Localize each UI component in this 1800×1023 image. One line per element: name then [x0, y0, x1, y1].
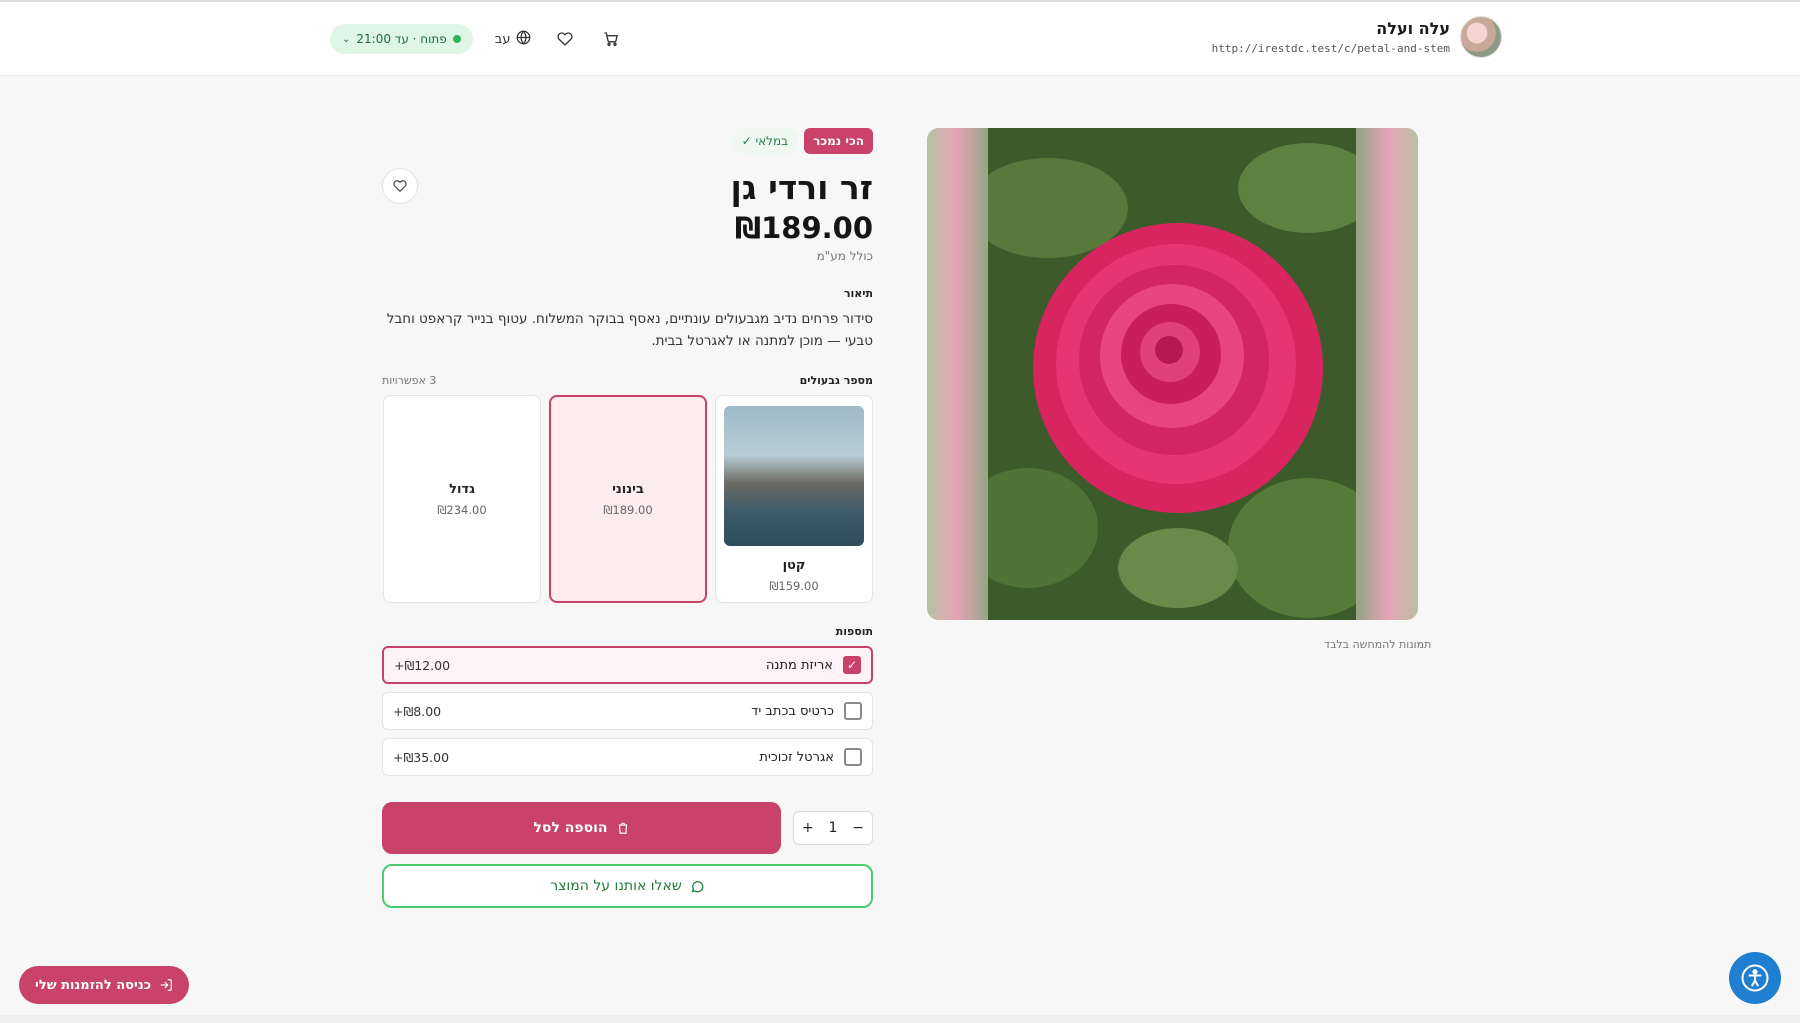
- increase-button[interactable]: +: [802, 820, 814, 836]
- in-stock-badge: במלאי ✓: [731, 128, 799, 154]
- add-to-cart-button[interactable]: הוספה לסל: [382, 802, 781, 854]
- wishlist-button[interactable]: [553, 27, 577, 51]
- cart-row: − 1 + הוספה לסל: [382, 802, 873, 854]
- login-icon: [160, 979, 172, 991]
- brand-name: עלה ועלה: [1376, 19, 1450, 38]
- shopping-bag-icon: [618, 822, 627, 834]
- check-icon: ✓: [741, 134, 752, 148]
- product-title: זר ורדי גן: [730, 168, 873, 207]
- whatsapp-icon: [691, 880, 704, 892]
- language-label: עב: [494, 31, 511, 47]
- size-price: ₪234.00: [437, 502, 487, 517]
- image-caption: תמונות להמחשה בלבד: [1324, 638, 1432, 651]
- vat-note: כולל מע"מ: [816, 249, 873, 263]
- brand-avatar: [1460, 16, 1502, 58]
- cart-button[interactable]: [599, 27, 623, 51]
- chevron-down-icon: ⌄: [342, 33, 351, 45]
- brand[interactable]: עלה ועלה http://irestdc.test/c/petal-and…: [1212, 16, 1502, 58]
- whatsapp-label: שאלו אותנו על המוצר: [550, 878, 682, 894]
- open-status-dot: [452, 35, 461, 43]
- product-description: סידור פרחים נדיב מגבעולים עונתיים, נאסף …: [386, 311, 873, 349]
- size-option-small[interactable]: קטן ₪159.00: [715, 395, 873, 603]
- my-orders-button[interactable]: כניסה להזמנות שלי: [19, 966, 190, 1004]
- rose-photo: [958, 128, 1388, 620]
- size-count: 3 אפשרויות: [382, 374, 437, 387]
- size-name: קטן: [782, 557, 806, 573]
- product-details: הכי נמכר במלאי ✓ זר ורדי גן ₪189.00 כולל…: [382, 128, 873, 908]
- cart-icon: [604, 32, 619, 46]
- my-orders-label: כניסה להזמנות שלי: [35, 977, 152, 993]
- addons-label: תוספות: [835, 625, 873, 638]
- quantity-value[interactable]: 1: [829, 820, 838, 836]
- size-price: ₪189.00: [603, 502, 653, 517]
- addon-glass-vase[interactable]: אגרטל זכוכית +₪35.00: [382, 738, 873, 776]
- add-to-cart-label: הוספה לסל: [533, 820, 608, 836]
- addon-checkbox[interactable]: [844, 748, 862, 766]
- addon-price: +₪35.00: [393, 749, 450, 765]
- badge-row: הכי נמכר במלאי ✓: [382, 128, 873, 154]
- hours-label: פתוח · עד 21:00: [356, 32, 447, 46]
- heart-icon: [393, 180, 407, 193]
- size-name: גדול: [449, 481, 475, 497]
- description-label: תיאור: [843, 287, 873, 300]
- in-stock-label: במלאי: [755, 134, 789, 148]
- brand-url: http://irestdc.test/c/petal-and-stem: [1211, 42, 1450, 55]
- addon-handwritten-card[interactable]: כרטיס בכתב יד +₪8.00: [382, 692, 873, 730]
- globe-icon: [516, 30, 531, 49]
- hours-pill[interactable]: פתוח · עד 21:00 ⌄: [330, 24, 473, 54]
- size-option-large[interactable]: גדול ₪234.00: [383, 395, 541, 603]
- size-name: בינוני: [612, 481, 644, 497]
- size-price: ₪159.00: [769, 578, 819, 593]
- addon-name: אריזת מתנה: [765, 657, 833, 673]
- addon-name: כרטיס בכתב יד: [751, 703, 834, 719]
- whatsapp-ask-button[interactable]: שאלו אותנו על המוצר: [382, 864, 873, 908]
- addon-name: אגרטל זכוכית: [759, 749, 834, 765]
- size-header: מספר גבעולים 3 אפשרויות: [382, 374, 873, 387]
- addon-price: +₪12.00: [394, 657, 451, 673]
- quantity-stepper: − 1 +: [793, 811, 873, 845]
- header-tools: פתוח · עד 21:00 ⌄ עב: [330, 24, 623, 54]
- decrease-button[interactable]: −: [852, 820, 864, 836]
- addon-checkbox-checked[interactable]: ✓: [843, 656, 861, 674]
- accessibility-button[interactable]: [1729, 952, 1781, 1004]
- size-thumbnail: [724, 405, 864, 546]
- bestseller-badge: הכי נמכר: [804, 128, 873, 154]
- addon-checkbox[interactable]: [844, 702, 862, 720]
- addon-gift-wrap[interactable]: ✓ אריזת מתנה +₪12.00: [382, 646, 873, 684]
- accessibility-icon: [1741, 964, 1769, 992]
- language-switcher[interactable]: עב: [495, 30, 532, 49]
- site-header: עלה ועלה http://irestdc.test/c/petal-and…: [0, 2, 1800, 76]
- product-image[interactable]: [927, 128, 1418, 620]
- favorite-button[interactable]: [382, 168, 418, 204]
- size-option-medium[interactable]: בינוני ₪189.00: [549, 395, 707, 603]
- size-label: מספר גבעולים: [799, 374, 873, 387]
- rose-illustration: [958, 128, 1388, 620]
- product-price: ₪189.00: [734, 211, 873, 245]
- heart-icon: [557, 32, 574, 46]
- addon-price: +₪8.00: [393, 703, 442, 719]
- size-options: קטן ₪159.00 בינוני ₪189.00 גדול ₪234.00: [382, 395, 873, 603]
- bottom-border: [0, 1015, 1800, 1023]
